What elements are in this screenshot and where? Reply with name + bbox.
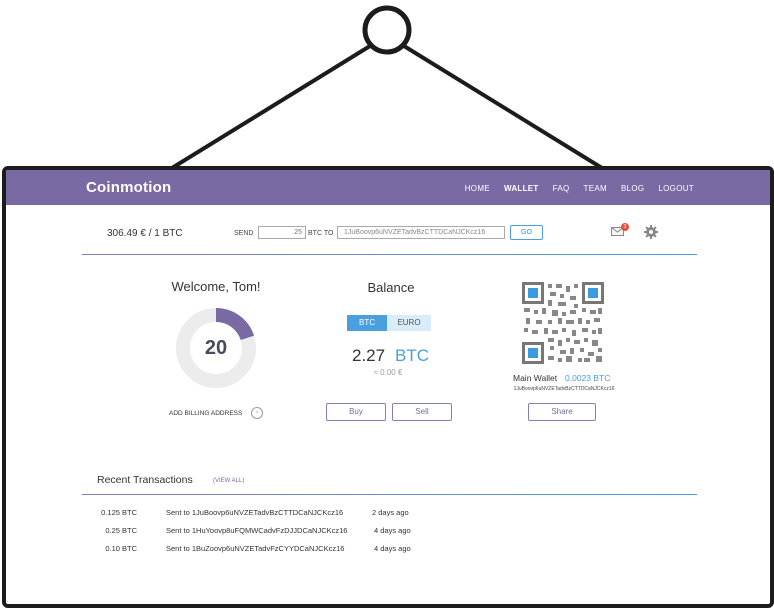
welcome-title: Welcome, Tom!: [171, 279, 261, 294]
wallet-amount: 0.0023 BTC: [565, 373, 611, 383]
nav-logout[interactable]: LOGOUT: [658, 184, 694, 193]
nav-wallet[interactable]: WALLET: [504, 184, 539, 193]
billing-address-link[interactable]: ADD BILLING ADDRESS: [169, 410, 242, 417]
recent-transactions-title: Recent Transactions: [97, 474, 193, 486]
share-button[interactable]: Share: [528, 403, 596, 421]
go-button[interactable]: GO: [510, 225, 543, 240]
nav-home[interactable]: HOME: [465, 184, 490, 193]
buy-button[interactable]: Buy: [326, 403, 386, 421]
send-label: SEND: [234, 230, 254, 237]
tab-euro[interactable]: EURO: [387, 315, 431, 331]
divider: [82, 494, 697, 495]
balance-eur-equivalent: ≈ 0.00 €: [373, 368, 403, 377]
tx-time: 4 days ago: [374, 544, 411, 553]
wallet-name: Main Wallet: [513, 373, 558, 383]
view-all-link[interactable]: (VIEW ALL): [213, 478, 244, 484]
balance-amount: 2.27: [352, 346, 386, 365]
top-navbar: Coinmotion HOME WALLET FAQ TEAM BLOG LOG…: [6, 170, 770, 205]
gear-icon[interactable]: [644, 225, 658, 239]
exchange-rate: 306.49 € / 1 BTC: [107, 228, 183, 239]
tx-amount: 0.125 BTC: [101, 508, 137, 517]
qr-code: [522, 282, 604, 364]
tx-amount: 0.10 BTC: [105, 544, 137, 553]
divider: [82, 254, 697, 255]
logo[interactable]: Coinmotion: [86, 179, 171, 196]
tab-btc[interactable]: BTC: [347, 315, 387, 331]
tx-recipient: Sent to 1BuZoovp6uNVZETadvFzCYYDCaNJCKcz…: [166, 544, 345, 553]
tx-amount: 0.25 BTC: [105, 526, 137, 535]
tx-time: 2 days ago: [372, 508, 409, 517]
btc-to-label: BTC TO: [308, 230, 334, 237]
table-row[interactable]: 0.25 BTC Sent to 1HuYoovp8uFQMWCadvFzDJJ…: [6, 526, 770, 540]
chevron-right-icon[interactable]: ›: [251, 407, 263, 419]
table-row[interactable]: 0.125 BTC Sent to 1JuBoovp6uNVZETadvBzCT…: [6, 508, 770, 522]
nav-team[interactable]: TEAM: [584, 184, 607, 193]
sell-button[interactable]: Sell: [392, 403, 452, 421]
hanger-illustration: [170, 5, 604, 170]
wallet-address: 1JuBoovp6uNVZETadvBzCTTDCaNJCKcz16: [513, 386, 615, 392]
send-amount-input[interactable]: .25: [258, 226, 306, 239]
notification-badge: 3: [621, 223, 629, 231]
table-row[interactable]: 0.10 BTC Sent to 1BuZoovp6uNVZETadvFzCYY…: [6, 544, 770, 558]
tx-time: 4 days ago: [374, 526, 411, 535]
app-frame: Coinmotion HOME WALLET FAQ TEAM BLOG LOG…: [2, 166, 774, 608]
tx-recipient: Sent to 1JuBoovp6uNVZETadvBzCTTDCaNJCKcz…: [166, 508, 344, 517]
recipient-address-input[interactable]: 1JuBoovp6uNVZETadvBzCTTDCaNJCKcz16: [337, 226, 505, 239]
balance-currency: BTC: [395, 346, 429, 365]
nav-blog[interactable]: BLOG: [621, 184, 644, 193]
nav-faq[interactable]: FAQ: [553, 184, 570, 193]
main-nav: HOME WALLET FAQ TEAM BLOG LOGOUT: [465, 184, 694, 193]
balance-title: Balance: [367, 280, 415, 295]
tx-recipient: Sent to 1HuYoovp8uFQMWCadvFzDJJDCaNJCKcz…: [166, 526, 348, 535]
level-number: 20: [204, 337, 228, 359]
